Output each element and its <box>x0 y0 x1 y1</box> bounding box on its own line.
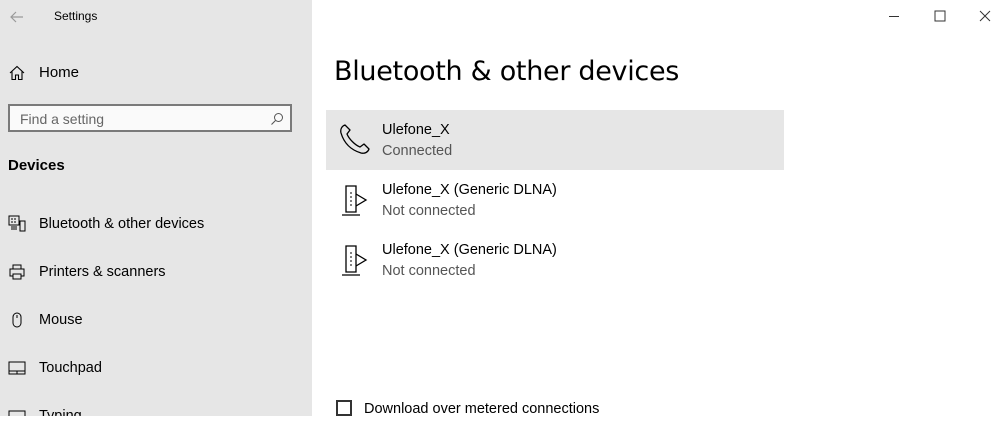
device-item[interactable]: Ulefone_X (Generic DLNA) Not connected <box>326 170 784 230</box>
back-button[interactable] <box>8 8 26 26</box>
touchpad-icon <box>8 359 26 377</box>
metered-download-option[interactable]: Download over metered connections <box>336 400 736 424</box>
search-input[interactable] <box>18 109 262 129</box>
device-status: Not connected <box>382 203 476 219</box>
sidebar-item-label: Home <box>39 64 80 81</box>
sidebar-item-bluetooth[interactable]: Bluetooth & other devices <box>0 208 312 240</box>
phone-icon <box>336 122 372 158</box>
minimize-button[interactable] <box>884 6 904 26</box>
device-item[interactable]: Ulefone_X Connected <box>326 110 784 170</box>
bluetooth-devices-icon <box>8 215 26 233</box>
sidebar-item-printers[interactable]: Printers & scanners <box>0 256 312 288</box>
sidebar-item-mouse[interactable]: Mouse <box>0 304 312 336</box>
home-icon <box>8 64 26 82</box>
sidebar-item-typing[interactable]: Typing <box>0 400 312 416</box>
page-title: Bluetooth & other devices <box>334 56 680 87</box>
close-button[interactable] <box>975 6 995 26</box>
media-device-icon <box>336 242 372 278</box>
search-icon[interactable] <box>270 112 284 126</box>
sidebar-item-label: Typing <box>39 408 82 416</box>
keyboard-icon <box>8 407 26 416</box>
metered-checkbox-label: Download over metered connections <box>364 401 600 417</box>
device-name: Ulefone_X (Generic DLNA) <box>382 182 557 198</box>
device-name: Ulefone_X (Generic DLNA) <box>382 242 557 258</box>
sidebar-item-label: Printers & scanners <box>39 264 166 280</box>
search-box[interactable] <box>8 104 292 132</box>
maximize-icon <box>934 10 946 22</box>
device-status: Connected <box>382 143 453 159</box>
sidebar: Settings Home Devices Bluetooth <box>0 0 312 416</box>
maximize-button[interactable] <box>930 6 950 26</box>
sidebar-item-label: Mouse <box>39 312 83 328</box>
media-device-icon <box>336 182 372 218</box>
device-name: Ulefone_X <box>382 122 450 138</box>
sidebar-item-label: Touchpad <box>39 360 102 376</box>
printer-icon <box>8 263 26 281</box>
section-title: Devices <box>8 157 65 174</box>
device-item[interactable]: Ulefone_X (Generic DLNA) Not connected <box>326 230 784 290</box>
close-icon <box>979 10 991 22</box>
app-title: Settings <box>54 9 98 23</box>
device-status: Not connected <box>382 263 476 279</box>
main-content: Bluetooth & other devices Ulefone_X Conn… <box>312 0 997 417</box>
sidebar-item-home[interactable]: Home <box>0 58 312 88</box>
back-arrow-icon <box>10 11 23 23</box>
mouse-icon <box>8 311 26 329</box>
minimize-icon <box>889 16 899 17</box>
sidebar-item-label: Bluetooth & other devices <box>39 216 205 232</box>
metered-checkbox[interactable] <box>336 400 352 416</box>
sidebar-item-touchpad[interactable]: Touchpad <box>0 352 312 384</box>
